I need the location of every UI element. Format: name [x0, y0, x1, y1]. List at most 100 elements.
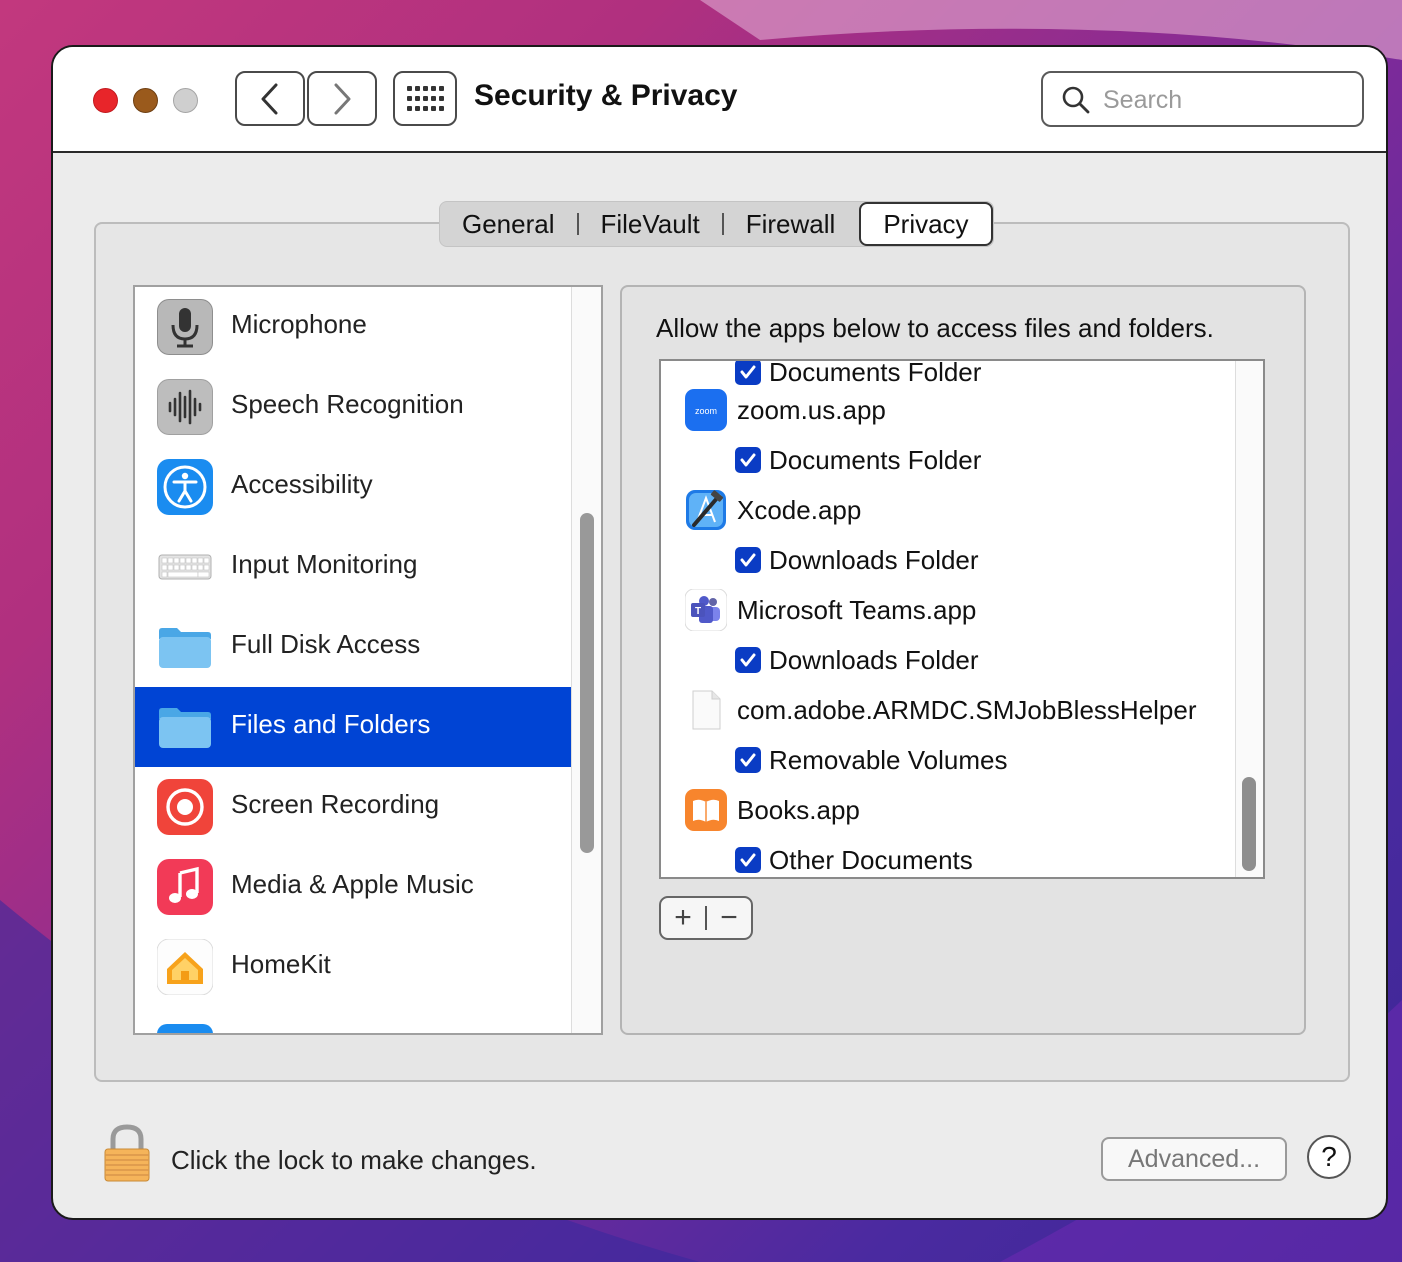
- search-field[interactable]: [1041, 71, 1364, 127]
- permission-row[interactable]: Downloads Folder: [661, 535, 1235, 585]
- home-icon: [157, 939, 213, 995]
- record-icon: [157, 779, 213, 835]
- checkmark-icon: [740, 653, 756, 667]
- microphone-icon: [157, 299, 213, 355]
- title-bar: Security & Privacy: [53, 47, 1386, 153]
- help-button[interactable]: ?: [1307, 1135, 1351, 1179]
- app-list-scrollbar-thumb[interactable]: [1242, 777, 1256, 871]
- permission-label: Removable Volumes: [769, 745, 1008, 775]
- permission-label: Downloads Folder: [769, 545, 979, 575]
- category-accessibility[interactable]: Accessibility: [135, 447, 571, 527]
- folder-icon: [159, 628, 211, 668]
- category-label: Media & Apple Music: [231, 869, 474, 899]
- category-label: Speech Recognition: [231, 389, 464, 419]
- category-label: Microphone: [231, 309, 367, 339]
- permission-row[interactable]: Downloads Folder: [661, 635, 1235, 685]
- checkmark-icon: [740, 553, 756, 567]
- svg-text:zoom: zoom: [695, 406, 717, 416]
- grid-icon: [407, 85, 444, 111]
- show-all-button[interactable]: [393, 71, 457, 126]
- window-title: Security & Privacy: [474, 79, 738, 112]
- advanced-button[interactable]: Advanced...: [1101, 1137, 1287, 1181]
- tab-privacy[interactable]: Privacy: [859, 202, 993, 246]
- forward-button[interactable]: [307, 71, 377, 126]
- checkbox[interactable]: [735, 747, 761, 773]
- add-app-button[interactable]: +: [661, 898, 705, 938]
- category-partial-icon: [157, 1024, 213, 1033]
- search-input[interactable]: [1101, 81, 1345, 119]
- category-homekit[interactable]: HomeKit: [135, 927, 571, 1007]
- category-label: Accessibility: [231, 469, 373, 499]
- remove-app-button[interactable]: −: [707, 898, 751, 938]
- lock-icon[interactable]: [101, 1123, 153, 1183]
- checkbox[interactable]: [735, 361, 761, 385]
- permission-row[interactable]: Documents Folder: [661, 435, 1235, 485]
- category-microphone[interactable]: Microphone: [135, 287, 571, 367]
- app-row[interactable]: Books.app: [661, 785, 1235, 835]
- app-permission-list[interactable]: Documents Folder zoom zoom.us.app Docume…: [659, 359, 1265, 879]
- app-row[interactable]: zoom zoom.us.app: [661, 385, 1235, 435]
- add-remove-control: + −: [659, 896, 753, 940]
- tab-firewall[interactable]: Firewall: [724, 203, 858, 245]
- app-row[interactable]: com.adobe.ARMDC.SMJobBlessHelper: [661, 685, 1235, 735]
- checkbox[interactable]: [735, 547, 761, 573]
- checkmark-icon: [740, 365, 756, 379]
- app-label: Microsoft Teams.app: [737, 595, 977, 625]
- keyboard-icon: [158, 554, 212, 580]
- permission-label: Other Documents: [769, 845, 973, 875]
- checkmark-icon: [740, 753, 756, 767]
- music-note-icon: [157, 859, 213, 915]
- permission-row[interactable]: Removable Volumes: [661, 735, 1235, 785]
- checkbox[interactable]: [735, 447, 761, 473]
- app-row[interactable]: Xcode.app: [661, 485, 1235, 535]
- category-full-disk-access[interactable]: Full Disk Access: [135, 607, 571, 687]
- search-icon: [1062, 86, 1090, 114]
- app-row[interactable]: T Microsoft Teams.app: [661, 585, 1235, 635]
- category-files-and-folders[interactable]: Files and Folders: [135, 687, 571, 767]
- permission-label: Documents Folder: [769, 445, 982, 475]
- category-label: HomeKit: [231, 949, 331, 979]
- category-media-apple-music[interactable]: Media & Apple Music: [135, 847, 571, 927]
- minimize-button[interactable]: [133, 88, 158, 113]
- tab-filevault[interactable]: FileVault: [579, 203, 722, 245]
- category-screen-recording[interactable]: Screen Recording: [135, 767, 571, 847]
- waveform-icon: [157, 379, 213, 435]
- app-label: com.adobe.ARMDC.SMJobBlessHelper: [737, 695, 1197, 725]
- app-label: zoom.us.app: [737, 395, 886, 425]
- accessibility-icon: [157, 459, 213, 515]
- app-label: Books.app: [737, 795, 860, 825]
- panel-description: Allow the apps below to access files and…: [656, 313, 1214, 343]
- chevron-left-icon: [261, 83, 278, 114]
- zoom-app-icon: zoom: [685, 389, 727, 431]
- teams-app-icon: T: [685, 589, 727, 631]
- checkmark-icon: [740, 853, 756, 867]
- category-scrollbar-thumb[interactable]: [580, 513, 594, 853]
- category-input-monitoring[interactable]: Input Monitoring: [135, 527, 571, 607]
- checkmark-icon: [740, 453, 756, 467]
- folder-icon: [159, 708, 211, 748]
- svg-text:T: T: [695, 606, 701, 617]
- back-button[interactable]: [235, 71, 305, 126]
- permission-row[interactable]: Other Documents: [661, 835, 1235, 877]
- lock-instruction: Click the lock to make changes.: [171, 1145, 537, 1175]
- category-label: Files and Folders: [231, 709, 431, 739]
- zoom-button[interactable]: [173, 88, 198, 113]
- xcode-app-icon: [686, 490, 726, 530]
- generic-file-icon: [692, 690, 721, 730]
- category-label: Full Disk Access: [231, 629, 421, 659]
- checkbox[interactable]: [735, 647, 761, 673]
- chevron-right-icon: [334, 83, 351, 114]
- books-app-icon: [685, 789, 727, 831]
- category-label: Screen Recording: [231, 789, 440, 819]
- app-label: Xcode.app: [737, 495, 862, 525]
- privacy-category-list[interactable]: Microphone Speech Recognition Accessibil…: [133, 285, 603, 1035]
- preferences-window: Security & Privacy General FileVault Fir…: [51, 45, 1388, 1220]
- category-speech-recognition[interactable]: Speech Recognition: [135, 367, 571, 447]
- close-button[interactable]: [93, 88, 118, 113]
- permission-label: Downloads Folder: [769, 645, 979, 675]
- permission-label: Documents Folder: [769, 359, 982, 387]
- checkbox[interactable]: [735, 847, 761, 873]
- tab-general[interactable]: General: [440, 203, 577, 245]
- category-label: Input Monitoring: [231, 549, 418, 579]
- tab-bar: General FileVault Firewall Privacy: [439, 201, 994, 247]
